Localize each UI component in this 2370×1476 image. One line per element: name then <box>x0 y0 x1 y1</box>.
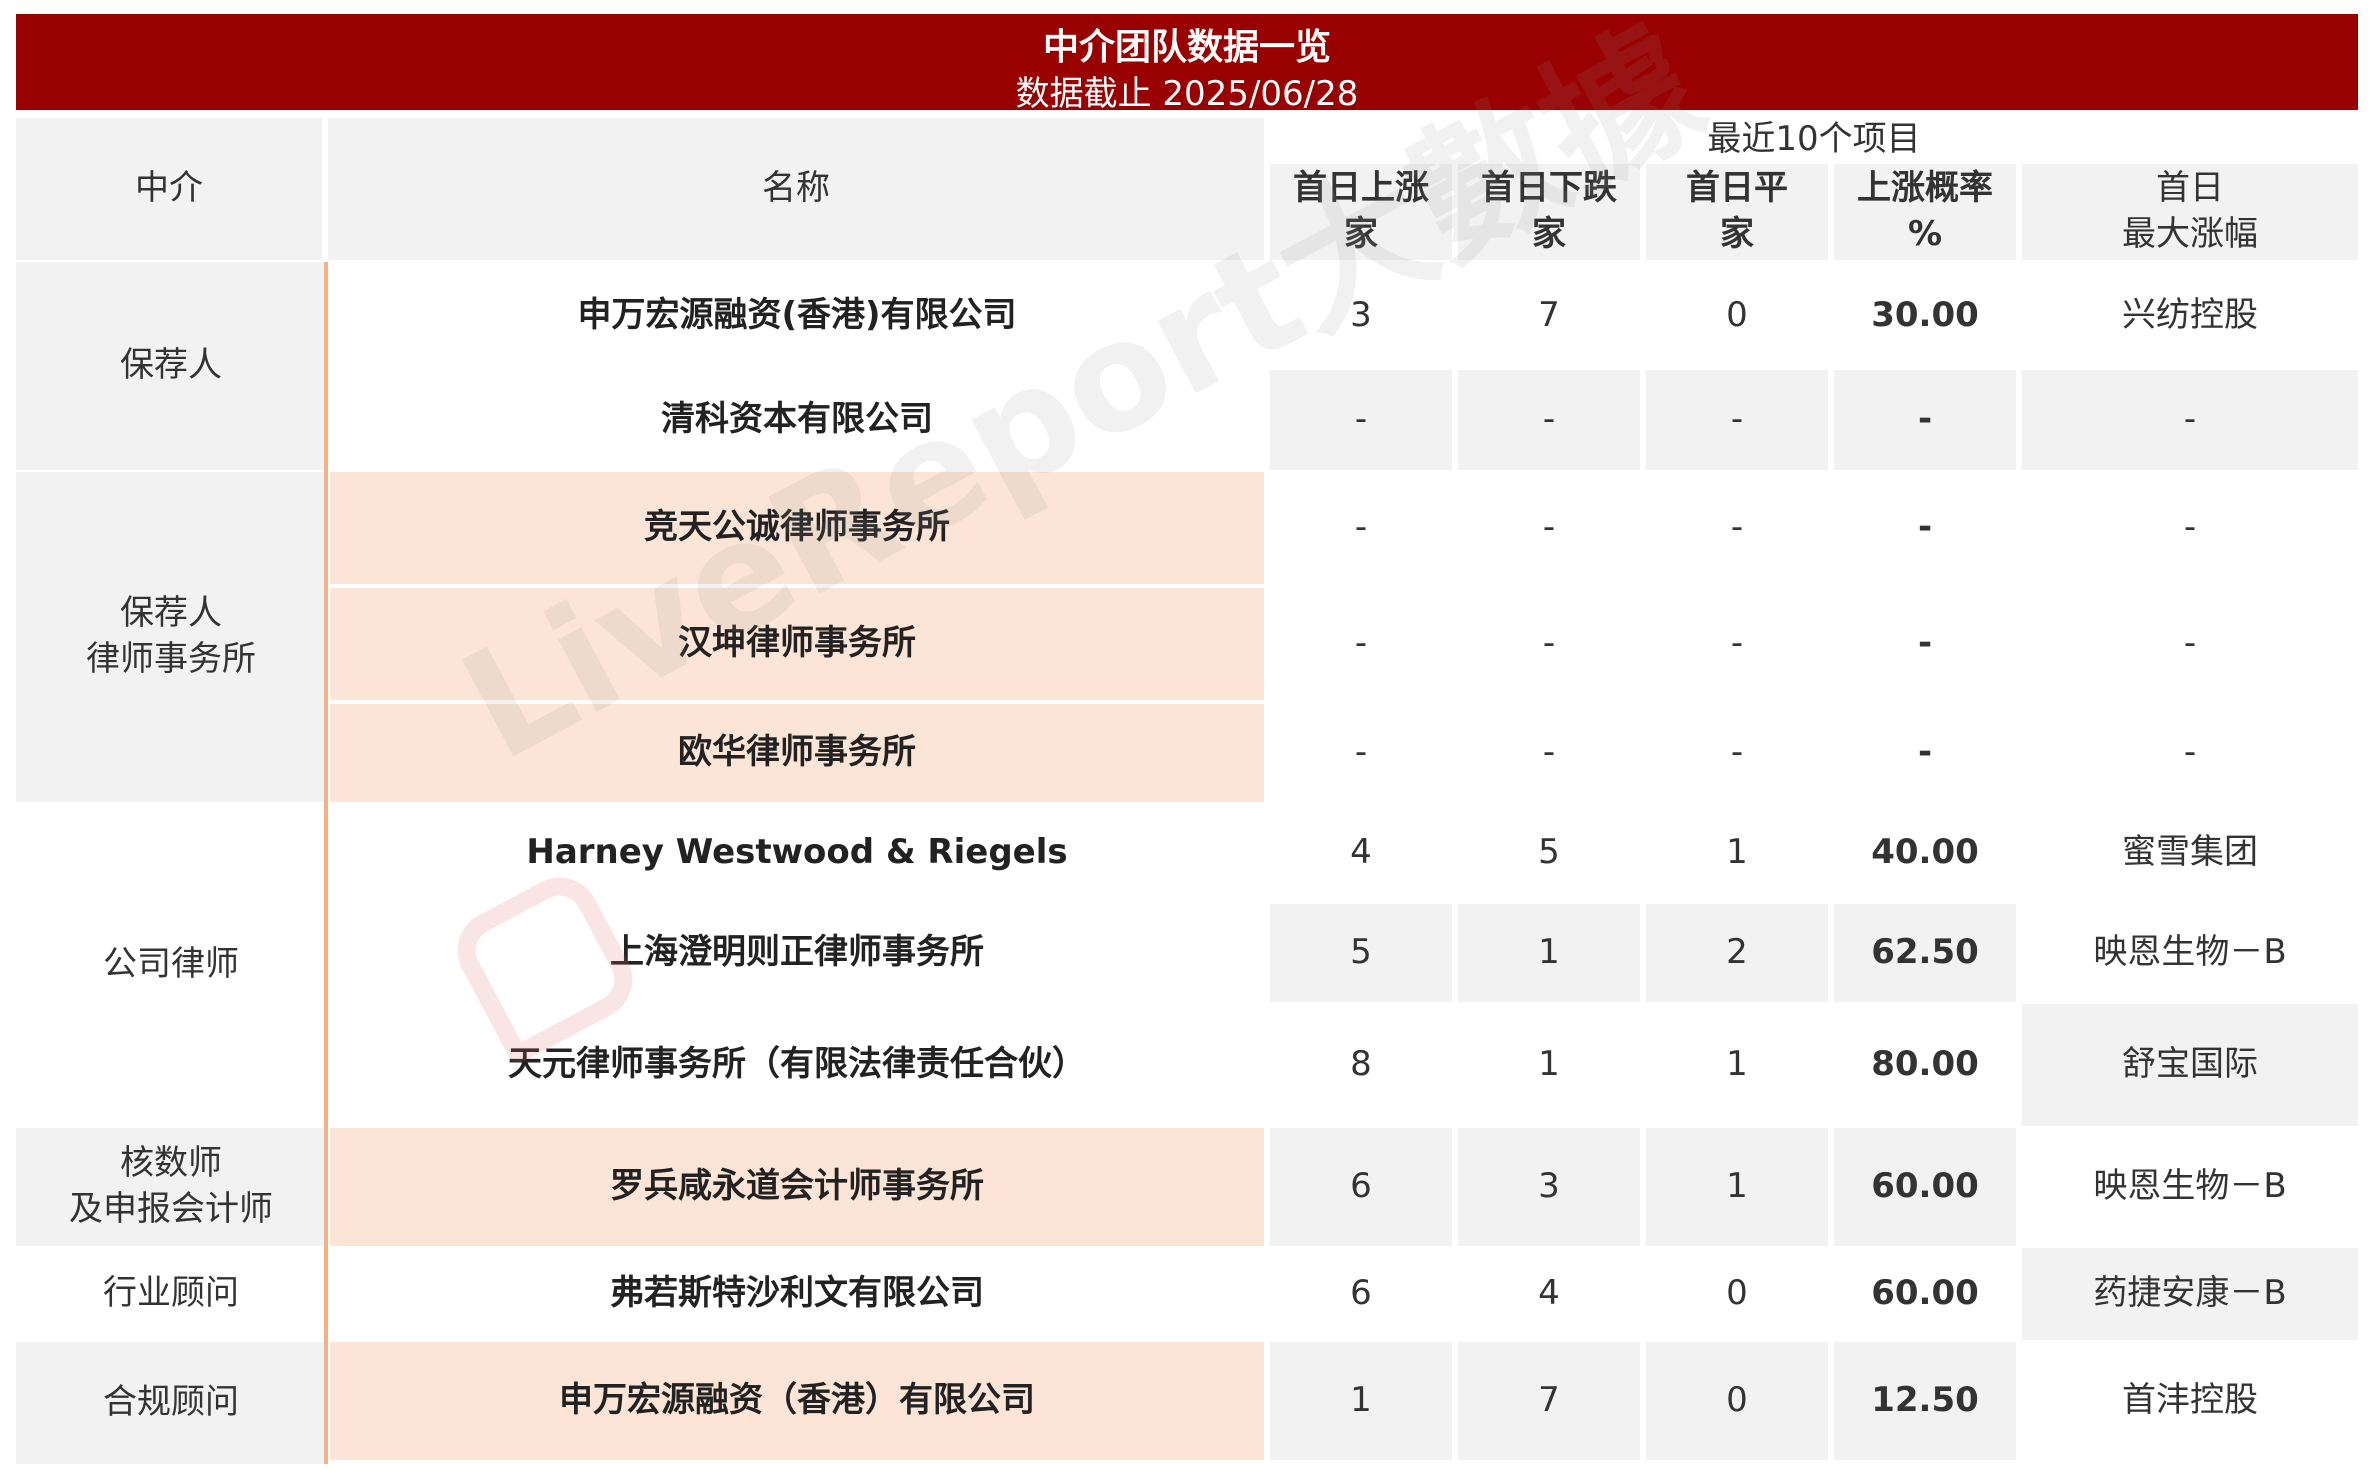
cell-max: 蜜雪集团 <box>2022 804 2358 902</box>
cell-down: 3 <box>1458 1128 1640 1246</box>
table-title-banner: 中介团队数据一览 数据截止 2025/06/28 <box>16 14 2358 114</box>
cell-down: 1 <box>1458 1004 1640 1126</box>
group-sponsor: 保荐人 <box>16 262 326 470</box>
table-row-name: 罗兵咸永道会计师事务所 <box>330 1128 1264 1246</box>
cell-up: 3 <box>1270 264 1452 368</box>
cell-rate: 62.50 <box>1834 904 2016 1002</box>
cell-up: - <box>1270 704 1452 802</box>
table-row-name: 申万宏源融资(香港)有限公司 <box>330 264 1264 368</box>
cell-rate: - <box>1834 370 2016 470</box>
group-auditor: 核数师 及申报会计师 <box>16 1128 326 1246</box>
cell-rate: - <box>1834 472 2016 584</box>
cell-max: 映恩生物－B <box>2022 1128 2358 1246</box>
header-first-day-up: 首日上涨 家 <box>1270 164 1452 260</box>
cell-rate: - <box>1834 588 2016 700</box>
cell-up: - <box>1270 588 1452 700</box>
cell-up: - <box>1270 370 1452 470</box>
cell-down: 7 <box>1458 1342 1640 1460</box>
cell-down: - <box>1458 472 1640 584</box>
group-industry-consultant: 行业顾问 <box>16 1248 326 1340</box>
table-row-name: 弗若斯特沙利文有限公司 <box>330 1248 1264 1340</box>
cell-flat: 0 <box>1646 264 1828 368</box>
cell-flat: - <box>1646 588 1828 700</box>
cell-rate: 30.00 <box>1834 264 2016 368</box>
cell-up: - <box>1270 472 1452 584</box>
cell-flat: 0 <box>1646 1248 1828 1340</box>
cell-max: 首沣控股 <box>2022 1342 2358 1460</box>
cell-down: - <box>1458 588 1640 700</box>
cell-max: - <box>2022 704 2358 802</box>
cell-flat: - <box>1646 472 1828 584</box>
table-row-name: 申万宏源融资（香港）有限公司 <box>330 1342 1264 1460</box>
cell-rate: 60.00 <box>1834 1248 2016 1340</box>
cell-max: - <box>2022 588 2358 700</box>
cell-max: - <box>2022 370 2358 470</box>
header-recent-projects: 最近10个项目 <box>1707 119 1921 160</box>
column-divider <box>324 262 328 1464</box>
data-cutoff-date: 数据截止 2025/06/28 <box>1015 74 1359 114</box>
cell-down: 4 <box>1458 1248 1640 1340</box>
header-rise-probability: 上涨概率 % <box>1834 164 2016 260</box>
table-row-name: 竞天公诚律师事务所 <box>330 472 1264 584</box>
cell-up: 4 <box>1270 804 1452 902</box>
cell-rate: 12.50 <box>1834 1342 2016 1460</box>
header-max-gain: 首日 最大涨幅 <box>2022 164 2358 260</box>
cell-flat: - <box>1646 370 1828 470</box>
cell-up: 8 <box>1270 1004 1452 1126</box>
table-row-name: 欧华律师事务所 <box>330 704 1264 802</box>
cell-flat: - <box>1646 704 1828 802</box>
cell-rate: 80.00 <box>1834 1004 2016 1126</box>
header-agency: 中介 <box>16 118 322 260</box>
cell-flat: 2 <box>1646 904 1828 1002</box>
cell-flat: 1 <box>1646 1004 1828 1126</box>
cell-down: - <box>1458 370 1640 470</box>
header-first-day-down: 首日下跌 家 <box>1458 164 1640 260</box>
cell-max: 映恩生物－B <box>2022 904 2358 1002</box>
table-row-name: 上海澄明则正律师事务所 <box>330 904 1264 1002</box>
cell-max: 兴纺控股 <box>2022 264 2358 368</box>
group-sponsor-law-firm: 保荐人 律师事务所 <box>16 472 326 802</box>
table-row-name: 天元律师事务所（有限法律责任合伙） <box>330 1004 1264 1126</box>
cell-flat: 1 <box>1646 804 1828 902</box>
cell-rate: 40.00 <box>1834 804 2016 902</box>
cell-down: 7 <box>1458 264 1640 368</box>
table-row-name: 汉坤律师事务所 <box>330 588 1264 700</box>
cell-rate: - <box>1834 704 2016 802</box>
cell-down: - <box>1458 704 1640 802</box>
cell-up: 6 <box>1270 1248 1452 1340</box>
cell-up: 1 <box>1270 1342 1452 1460</box>
cell-down: 5 <box>1458 804 1640 902</box>
header-name: 名称 <box>328 118 1264 260</box>
table-row-name: Harney Westwood & Riegels <box>330 804 1264 902</box>
table-row-name: 清科资本有限公司 <box>330 370 1264 470</box>
cell-flat: 0 <box>1646 1342 1828 1460</box>
table-title: 中介团队数据一览 <box>1042 27 1331 68</box>
cell-max: - <box>2022 472 2358 584</box>
cell-up: 5 <box>1270 904 1452 1002</box>
cell-down: 1 <box>1458 904 1640 1002</box>
group-compliance-advisor: 合规顾问 <box>16 1342 326 1464</box>
cell-rate: 60.00 <box>1834 1128 2016 1246</box>
header-first-day-flat: 首日平 家 <box>1646 164 1828 260</box>
cell-flat: 1 <box>1646 1128 1828 1246</box>
cell-up: 6 <box>1270 1128 1452 1246</box>
cell-max: 药捷安康－B <box>2022 1248 2358 1340</box>
group-company-lawyer: 公司律师 <box>16 804 326 1126</box>
cell-max: 舒宝国际 <box>2022 1004 2358 1126</box>
